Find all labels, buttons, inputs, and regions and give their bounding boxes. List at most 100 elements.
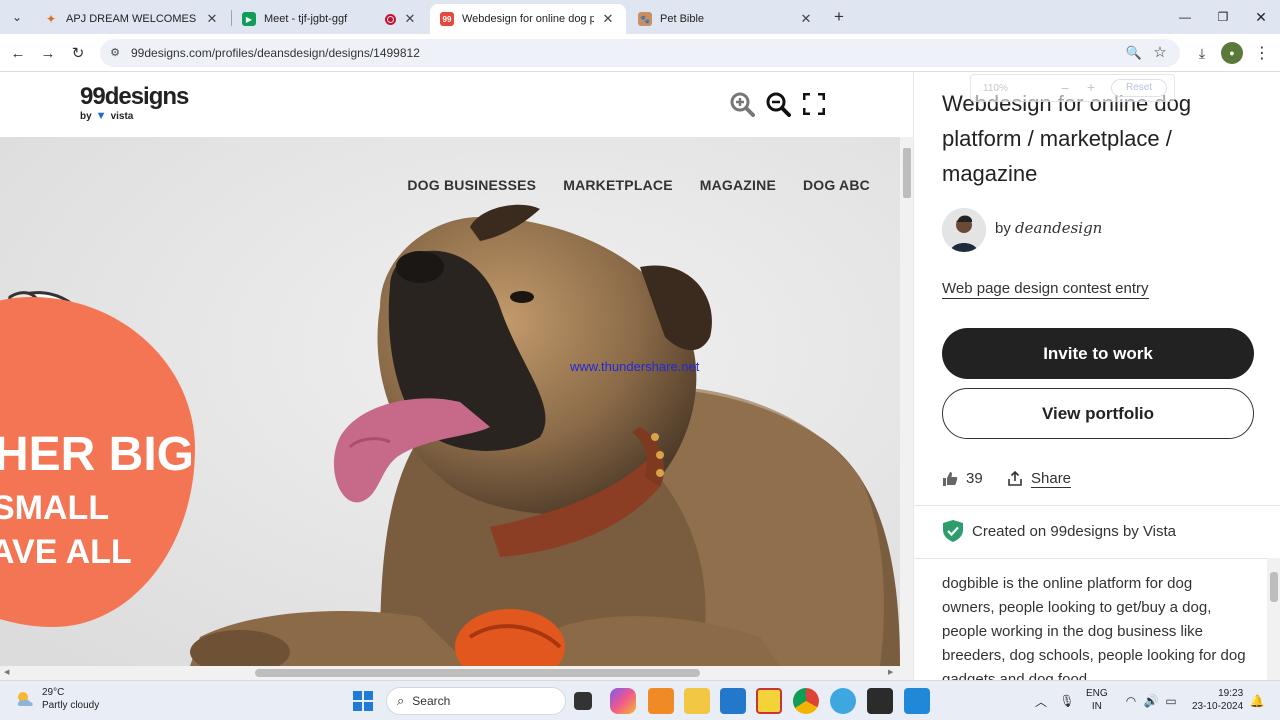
new-tab-button[interactable]: +: [828, 6, 850, 28]
app-installer-icon[interactable]: [904, 688, 930, 714]
language-indicator[interactable]: ENG IN: [1086, 687, 1108, 713]
sidebar-scroll-thumb[interactable]: [1270, 572, 1278, 602]
design-preview-canvas[interactable]: DOG BUSINESSES MARKETPLACE MAGAZINE DOG …: [0, 137, 900, 666]
url-text[interactable]: 99designs.com/profiles/deansdesign/desig…: [131, 46, 420, 60]
clock[interactable]: 19:23 23-10-2024: [1192, 687, 1243, 713]
bookmark-star-icon[interactable]: ☆: [1150, 42, 1170, 62]
tab-title: APJ DREAM WELCOMES: [66, 13, 197, 25]
back-arrow-icon[interactable]: ←: [6, 41, 30, 65]
pet-bible-favicon-icon: 🐾: [638, 12, 652, 26]
restore-window-icon[interactable]: ❐: [1204, 0, 1242, 34]
tab-title: Webdesign for online dog platf: [462, 13, 594, 25]
microphone-icon[interactable]: 🎙: [1058, 692, 1076, 710]
partly-cloudy-icon: [17, 692, 33, 706]
close-tab-icon[interactable]: ✕: [798, 11, 814, 27]
viewer-header: 99designs by ▼ vista: [0, 72, 913, 137]
chrome-icon[interactable]: [793, 688, 819, 714]
browser-toolbar: ← → ↻ ⚙ 99designs.com/profiles/deansdesi…: [0, 34, 1280, 72]
verified-shield-icon: [943, 520, 963, 542]
page-viewport: 99designs by ▼ vista DOG BUSINESSES MARK…: [0, 72, 1280, 688]
share-button[interactable]: Share: [1007, 470, 1072, 488]
close-tab-icon[interactable]: ✕: [204, 11, 220, 27]
canvas-vertical-scroll-thumb[interactable]: [903, 148, 911, 198]
windows-taskbar: 29°C Partly cloudy ⌕ Search ︿ 🎙 ENG IN ◠…: [0, 680, 1280, 720]
file-explorer-icon[interactable]: [684, 688, 710, 714]
close-tab-icon[interactable]: ✕: [402, 11, 418, 27]
search-placeholder: Search: [412, 694, 451, 708]
nav-dog-abc: DOG ABC: [803, 177, 870, 193]
zoom-minus-button[interactable]: −: [1061, 80, 1069, 96]
vista-logo-icon: ▼: [95, 110, 107, 122]
site-info-icon[interactable]: ⚙: [108, 45, 122, 59]
windows-start-icon[interactable]: [350, 688, 376, 714]
weather-condition: Partly cloudy: [42, 700, 100, 711]
google-meet-favicon-icon: ▶: [242, 12, 256, 26]
tab-webdesign[interactable]: 99 Webdesign for online dog platf ✕: [430, 4, 626, 34]
canvas-vertical-scrollbar[interactable]: [900, 137, 913, 666]
xampp-icon[interactable]: [648, 688, 674, 714]
notification-bell-icon[interactable]: 🔔: [1248, 692, 1266, 710]
close-tab-icon[interactable]: ✕: [600, 11, 616, 27]
temperature: 29°C: [42, 687, 65, 698]
show-hidden-icons-icon[interactable]: ︿: [1032, 692, 1050, 710]
profile-avatar-icon[interactable]: ●: [1221, 42, 1243, 64]
invite-to-work-button[interactable]: Invite to work: [942, 328, 1254, 379]
download-icon[interactable]: ⤓: [1191, 42, 1213, 64]
minimize-window-icon[interactable]: —: [1166, 0, 1204, 34]
contest-entry-link[interactable]: Web page design contest entry: [942, 280, 1149, 299]
99designs-favicon-icon: 99: [440, 12, 454, 26]
weather-widget[interactable]: 29°C Partly cloudy: [14, 686, 99, 712]
zoom-reset-button[interactable]: Reset: [1111, 79, 1167, 97]
tab-search-menu-button[interactable]: ⌄: [4, 5, 30, 29]
lang-region: IN: [1091, 701, 1102, 712]
designer-name-link[interactable]: deandesign: [1015, 219, 1102, 237]
zoom-plus-button[interactable]: +: [1087, 79, 1095, 95]
hero-line-3: AVE ALL: [0, 533, 132, 571]
nav-marketplace: MARKETPLACE: [563, 177, 673, 193]
clock-date: 23-10-2024: [1192, 701, 1244, 712]
tab-google-meet[interactable]: ▶ Meet - tjf-jgbt-ggf ✕: [232, 4, 428, 34]
details-sidebar: Webdesign for online dog platform / mark…: [913, 72, 1280, 688]
browser-globe-icon[interactable]: [830, 688, 856, 714]
zoom-in-icon[interactable]: [728, 90, 756, 118]
designer-avatar[interactable]: [942, 208, 986, 252]
scroll-right-icon[interactable]: ▶: [888, 668, 893, 676]
zoom-out-icon[interactable]: [764, 90, 792, 118]
battery-icon[interactable]: ▭: [1162, 692, 1180, 710]
vscode-icon[interactable]: [720, 688, 746, 714]
forward-arrow-icon[interactable]: →: [36, 41, 60, 65]
scroll-left-icon[interactable]: ◀: [4, 668, 9, 676]
wifi-icon[interactable]: ◠: [1122, 692, 1140, 710]
hero-line-1: HER BIG: [0, 428, 195, 481]
sidebar-divider: [914, 558, 1280, 559]
fullscreen-icon[interactable]: [800, 90, 828, 118]
logo-wordmark: 99designs: [80, 83, 189, 110]
task-view-icon[interactable]: [574, 692, 592, 710]
tab-title: Meet - tjf-jgbt-ggf: [264, 13, 348, 25]
address-bar[interactable]: ⚙ 99designs.com/profiles/deansdesign/des…: [100, 39, 1180, 67]
view-portfolio-button[interactable]: View portfolio: [942, 388, 1254, 439]
sticky-notes-icon[interactable]: [756, 688, 782, 714]
kebab-menu-icon[interactable]: ⋮: [1251, 42, 1273, 64]
created-on-badge: Created on 99designs by Vista: [942, 519, 1176, 543]
zoom-magnifier-icon[interactable]: 🔍: [1124, 43, 1144, 63]
created-text: Created on 99designs by Vista: [972, 522, 1177, 540]
like-button[interactable]: 39: [942, 470, 983, 487]
reload-icon[interactable]: ↻: [66, 41, 90, 65]
sidebar-divider: [914, 505, 1280, 506]
taskbar-search-input[interactable]: ⌕ Search: [386, 687, 566, 715]
share-label: Share: [1031, 470, 1072, 488]
tab-pet-bible[interactable]: 🐾 Pet Bible ✕: [628, 4, 824, 34]
watermark: www.thundershare.net: [570, 359, 700, 374]
zoom-level: 110%: [983, 83, 1008, 94]
volume-icon[interactable]: 🔊: [1142, 692, 1160, 710]
like-count: 39: [966, 470, 983, 487]
canvas-horizontal-scroll-thumb[interactable]: [255, 669, 700, 677]
tab-apj-dream[interactable]: ✦ APJ DREAM WELCOMES ✕: [34, 4, 230, 34]
99designs-logo[interactable]: 99designs by ▼ vista: [80, 83, 189, 123]
copilot-icon[interactable]: [610, 688, 636, 714]
terminal-icon[interactable]: [867, 688, 893, 714]
close-window-icon[interactable]: ✕: [1242, 0, 1280, 34]
sidebar-scrollbar[interactable]: [1267, 558, 1280, 680]
designer-byline: by deandesign: [995, 219, 1102, 237]
